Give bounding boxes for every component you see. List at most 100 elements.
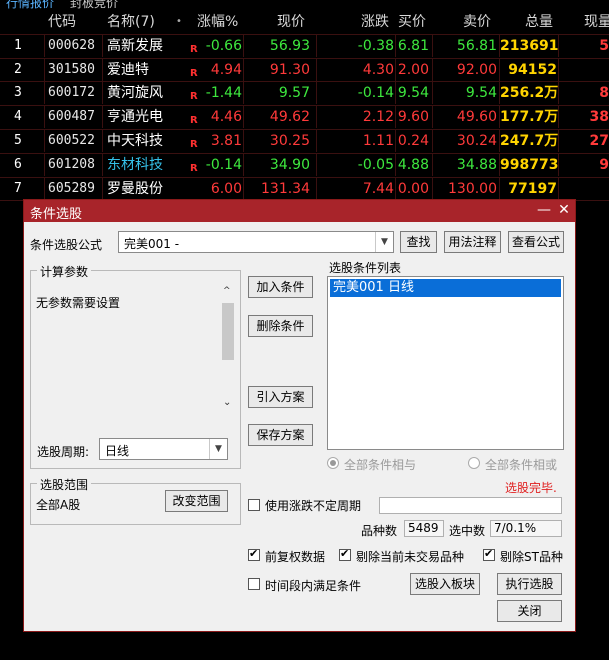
delete-condition-button[interactable]: 删除条件 — [248, 315, 313, 337]
dialog-titlebar[interactable]: 条件选股 — ✕ — [24, 200, 575, 222]
or-radio[interactable] — [468, 457, 480, 469]
header-volume[interactable]: 总量 — [525, 11, 553, 33]
cell-cur: 5 — [599, 37, 609, 54]
cell-name: 罗曼股份 — [107, 180, 163, 197]
exclude-st-checkbox[interactable] — [483, 547, 495, 561]
condition-list-item[interactable]: 完美001 日线 — [330, 279, 561, 297]
column-divider — [432, 34, 433, 57]
column-divider — [432, 106, 433, 129]
close-button[interactable]: 关闭 — [497, 600, 562, 622]
find-button[interactable]: 查找 — [400, 231, 437, 253]
header-current-volume[interactable]: 现量 — [584, 11, 609, 33]
table-row[interactable]: 1 000628 高新发展 R -0.66 56.93 -0.38 6.81 56.81 2136… — [0, 34, 609, 59]
column-divider — [243, 129, 244, 152]
column-divider — [243, 106, 244, 129]
chevron-down-icon[interactable]: ⌄ — [223, 397, 231, 408]
cell-chg: -0.05 — [357, 156, 394, 173]
cell-name: 亨通光电 — [107, 109, 163, 126]
cell-price: 131.34 — [261, 180, 310, 197]
header-ask[interactable]: 卖价 — [463, 11, 491, 33]
add-condition-button[interactable]: 加入条件 — [248, 276, 313, 298]
column-divider — [243, 82, 244, 105]
import-plan-button[interactable]: 引入方案 — [248, 386, 313, 408]
cell-bid: 0.00 — [397, 180, 429, 197]
params-group: 计算参数 无参数需要设置 ^ ⌄ 选股周期: 日线 ▼ — [30, 263, 241, 469]
chevron-down-icon[interactable]: ▼ — [209, 439, 227, 459]
column-divider — [558, 153, 559, 176]
cell-ask: 34.88 — [456, 156, 497, 173]
header-bid[interactable]: 买价 — [398, 11, 426, 33]
view-formula-button[interactable]: 查看公式 — [508, 231, 564, 253]
prior-adjust-checkbox[interactable] — [248, 547, 260, 561]
run-screen-button[interactable]: 执行选股 — [497, 573, 562, 595]
cell-cur: 27 — [589, 132, 609, 149]
cell-ask: 92.00 — [456, 61, 497, 78]
cell-name: 中天科技 — [107, 132, 163, 149]
cell-cur: 9 — [599, 156, 609, 173]
cell-ask: 9.54 — [465, 85, 497, 102]
cell-cur: 38 — [589, 109, 609, 126]
cell-bid: 6.81 — [397, 37, 429, 54]
cell-price: 56.93 — [269, 37, 310, 54]
condition-list-label: 选股条件列表 — [329, 261, 402, 275]
table-row[interactable]: 4 600487 亨通光电 R 4.46 49.62 2.12 9.60 49.60 177.7万… — [0, 106, 609, 130]
table-row[interactable]: 3 600172 黄河旋风 R -1.44 9.57 -0.14 9.54 9.54 256.2万… — [0, 82, 609, 107]
tab-quotes[interactable]: 行情报价 — [2, 0, 58, 11]
column-divider — [102, 34, 103, 57]
header-code[interactable]: 代码 — [48, 11, 76, 33]
minimize-icon[interactable]: — — [535, 201, 553, 219]
add-to-block-button[interactable]: 选股入板块 — [410, 573, 480, 595]
time-range-checkbox[interactable] — [248, 578, 260, 590]
cell-code: 000628 — [48, 37, 95, 53]
params-scrollbar[interactable]: ^ ⌄ — [220, 286, 236, 410]
column-divider — [44, 177, 45, 200]
save-plan-button[interactable]: 保存方案 — [248, 424, 313, 446]
header-price[interactable]: 现价 — [277, 11, 305, 33]
chevron-down-icon[interactable]: ▼ — [375, 232, 393, 252]
header-name[interactable]: 名称(7) — [107, 11, 155, 33]
status-text: 选股完毕. — [505, 481, 557, 495]
cell-vol: 177.7万 — [500, 109, 559, 126]
column-divider — [102, 106, 103, 129]
period-select[interactable]: 日线 ▼ — [99, 438, 228, 460]
tab-auction[interactable]: 封板竞价 — [66, 0, 122, 11]
header-pct[interactable]: 涨幅% — [197, 11, 238, 33]
formula-label: 条件选股公式 — [30, 238, 103, 252]
cell-r: R — [190, 115, 198, 127]
condition-list[interactable]: 完美001 日线 — [327, 276, 564, 450]
cell-vol: 94152 — [508, 61, 557, 78]
cell-r: R — [190, 138, 198, 150]
period-input[interactable] — [379, 497, 562, 514]
use-period-checkbox[interactable] — [248, 499, 260, 511]
table-row[interactable]: 7 605289 罗曼股份 6.00 131.34 7.44 0.00 130.00 77197 — [0, 177, 609, 202]
cell-name: 爱迪特 — [107, 61, 149, 78]
header-dot: • — [176, 16, 182, 27]
exclude-untraded-checkbox[interactable] — [339, 547, 351, 561]
scrollbar-thumb[interactable] — [222, 303, 234, 360]
change-range-button[interactable]: 改变范围 — [165, 490, 228, 512]
column-divider — [558, 82, 559, 105]
cell-cur — [570, 178, 609, 200]
cell-vol: 256.2万 — [500, 85, 559, 102]
cell-price: 34.90 — [269, 156, 310, 173]
column-divider — [44, 82, 45, 105]
column-divider — [316, 34, 317, 57]
column-divider — [316, 58, 317, 81]
cell-code: 600172 — [48, 85, 95, 101]
header-change[interactable]: 涨跌 — [361, 11, 389, 33]
and-radio[interactable] — [327, 457, 339, 469]
time-range-label: 时间段内满足条件 — [265, 579, 362, 593]
cell-i: 5 — [14, 132, 22, 148]
table-row[interactable]: 6 601208 东材科技 R -0.14 34.90 -0.05 4.88 34.88 9987… — [0, 153, 609, 178]
table-row[interactable]: 5 600522 中天科技 R 3.81 30.25 1.11 0.24 30.24 247.7万… — [0, 129, 609, 154]
column-divider — [102, 129, 103, 152]
table-row[interactable]: 2 301580 爱迪特 R 4.94 91.30 4.30 2.00 92.00 94152 — [0, 58, 609, 83]
column-divider — [558, 58, 559, 81]
cell-bid: 9.60 — [397, 109, 429, 126]
cell-price: 49.62 — [269, 109, 310, 126]
cell-r: R — [190, 67, 198, 79]
close-icon[interactable]: ✕ — [555, 201, 573, 219]
formula-select[interactable]: 完美001 - ▼ — [118, 231, 394, 253]
chevron-up-icon[interactable]: ^ — [223, 286, 231, 296]
usage-notes-button[interactable]: 用法注释 — [444, 231, 501, 253]
